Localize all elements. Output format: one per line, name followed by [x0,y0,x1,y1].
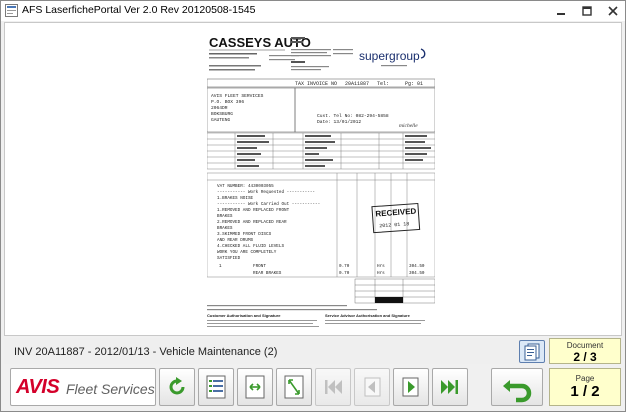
close-button[interactable] [600,1,626,20]
line-item-total: 304.50 [409,264,425,269]
line-item-desc: FRONT [253,264,266,269]
first-page-button[interactable] [315,368,351,406]
supergroup-logo: supergroup [359,49,420,63]
index-list-button[interactable] [198,368,234,406]
footer-customer-title: Customer Authorisation and Signature [207,313,281,318]
invoice-number-label: TAX INVOICE NO [295,81,337,87]
invoice-number: 20A11887 [345,81,369,87]
maximize-button[interactable] [574,1,600,20]
refresh-button[interactable] [159,368,195,406]
app-icon [5,4,18,17]
fit-page-button[interactable] [237,368,273,406]
first-page-icon [325,380,342,394]
line-item-unit: Hrs [377,271,385,276]
page-label: Pg: [405,81,414,87]
line-item-qty: 1 [219,264,222,269]
document-counter-label: Document [566,341,604,350]
line-item-desc: REAR BRAKES [253,271,282,276]
line-item-amount: 0.70 [339,264,350,269]
last-page-button[interactable] [432,368,468,406]
back-icon [503,380,532,403]
document-caption: INV 20A11887 - 2012/01/13 - Vehicle Main… [14,346,278,358]
title-bar[interactable]: AFS LaserfichePortal Ver 2.0 Rev 2012050… [1,1,625,21]
avis-brand: AVIS [16,376,60,398]
footer-advisor-title: Service Advisor Authorisation and Signat… [325,313,411,318]
back-button[interactable] [491,368,543,406]
page-counter-label: Page [575,374,595,383]
page-counter-value: 1 / 2 [570,383,600,400]
signature: michelle [399,123,418,129]
line-item-unit: Hrs [377,264,385,269]
app-window: AFS LaserfichePortal Ver 2.0 Rev 2012050… [0,0,626,412]
invoice-date: Date: 13/01/2012 [317,119,361,125]
document-counter: Document 2 / 3 [549,338,621,364]
document-counter-value: 2 / 3 [573,350,597,364]
minimize-icon [557,12,565,15]
refresh-icon [169,377,185,395]
tel-label: Tel: [377,81,389,87]
line-item-amount: 0.70 [339,271,350,276]
invoice-page-image: CASSEYS AUTO supergroup TAX INVOICE NO 2… [207,33,435,333]
next-page-icon [402,377,419,397]
index-list-icon [206,375,226,399]
window-title: AFS LaserfichePortal Ver 2.0 Rev 2012050… [22,4,256,16]
documents-icon [524,343,540,361]
fit-width-button[interactable] [276,368,312,406]
avis-product: Fleet Services [66,381,155,397]
navigation-toolbar: AVIS Fleet Services Page 1 / 2 [4,365,622,409]
document-caption-bar: INV 20A11887 - 2012/01/13 - Vehicle Main… [4,338,622,364]
page-counter: Page 1 / 2 [549,368,621,406]
maximize-icon [582,5,592,16]
next-page-button[interactable] [393,368,429,406]
avis-logo: AVIS Fleet Services [10,368,156,406]
customer-telephone: Cust. Tel No: 082-294-5858 [317,113,389,119]
last-page-icon [441,380,458,394]
fit-page-icon [245,375,265,399]
line-item-total: 304.50 [409,271,425,276]
invoice-page: 01 [417,81,423,87]
document-list-button[interactable] [519,340,545,363]
close-icon [608,5,618,16]
document-viewer[interactable]: CASSEYS AUTO supergroup TAX INVOICE NO 2… [4,22,622,336]
previous-page-icon [364,377,381,397]
previous-page-button[interactable] [354,368,390,406]
fit-width-icon [284,375,304,399]
minimize-button[interactable] [548,1,574,20]
